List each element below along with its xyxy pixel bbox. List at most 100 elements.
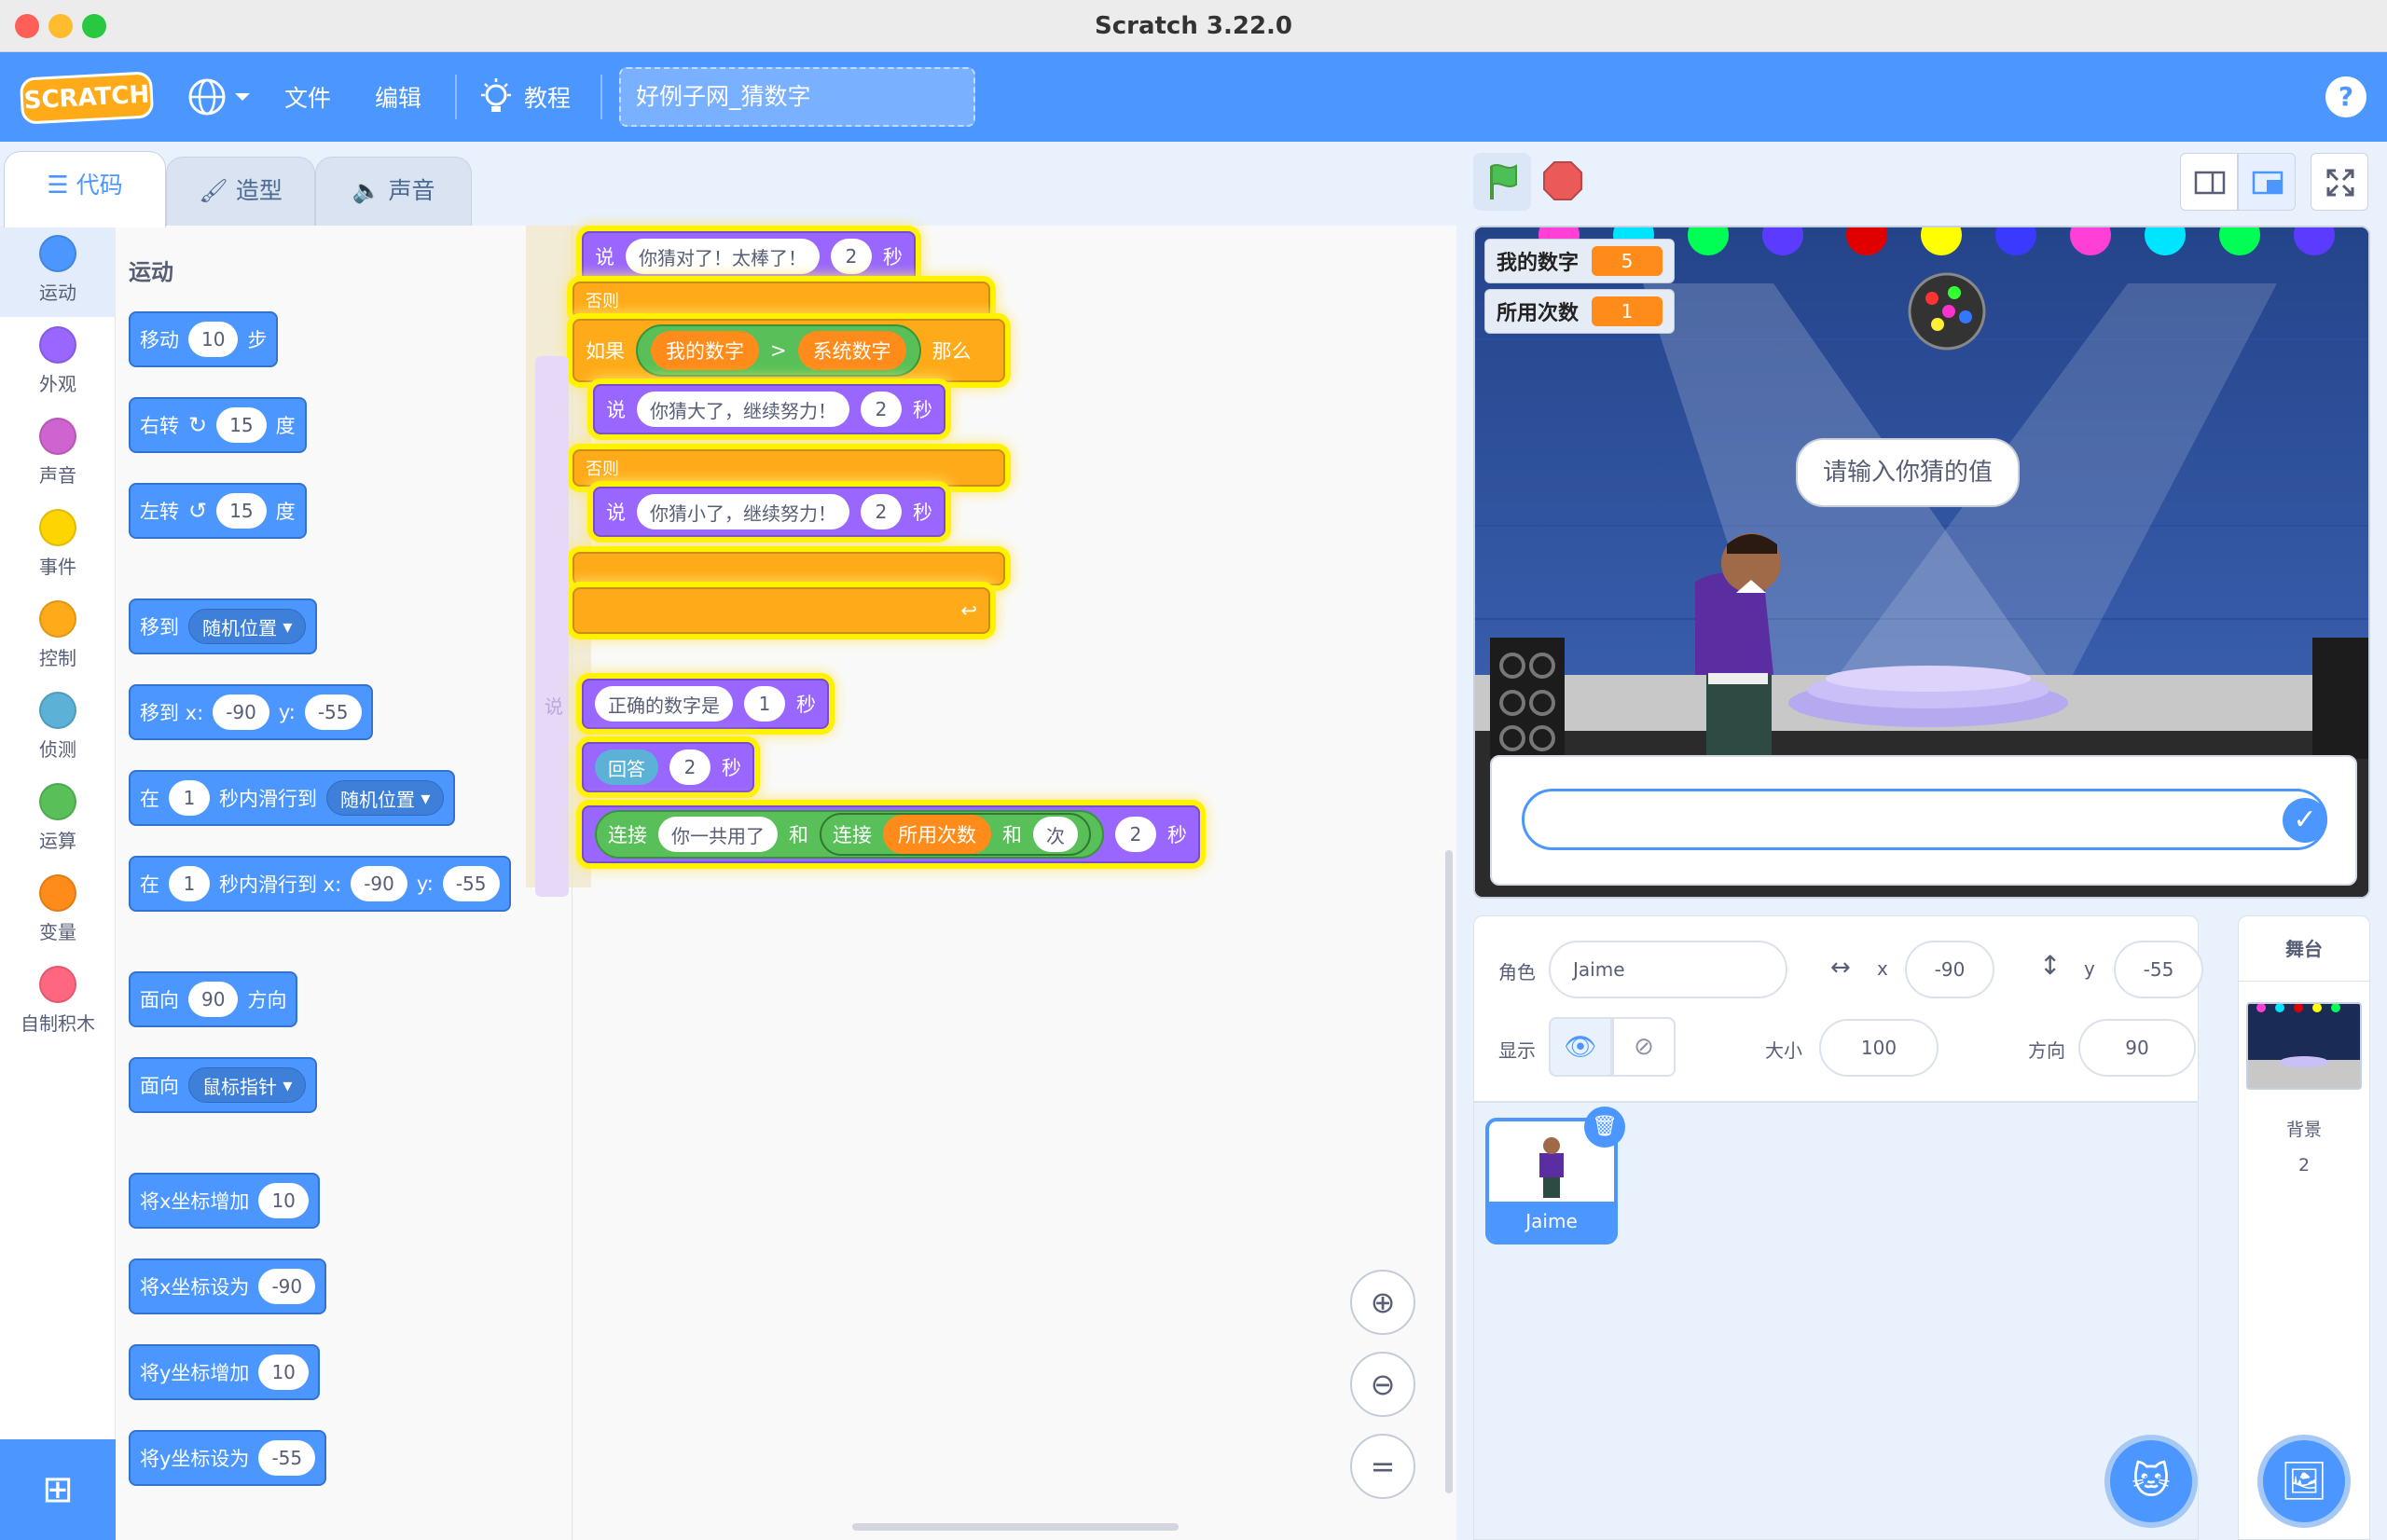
hide-sprite-button[interactable]: ⊘ bbox=[1612, 1017, 1676, 1077]
secs-input[interactable]: 2 bbox=[669, 749, 711, 785]
degrees-input[interactable]: 15 bbox=[216, 493, 267, 529]
sprite-direction-input[interactable]: 90 bbox=[2078, 1019, 2196, 1077]
turn-left-block[interactable]: 左转 ↺ 15 度 bbox=[129, 483, 307, 539]
help-icon[interactable]: ? bbox=[2325, 76, 2366, 117]
stage[interactable]: 我的数字 5 所用次数 1 请输入你猜的值 ✓ bbox=[1473, 226, 2370, 899]
y-input[interactable]: -55 bbox=[258, 1440, 316, 1476]
move-steps-block[interactable]: 移动 10 步 bbox=[129, 311, 279, 367]
tab-code[interactable]: ☰ 代码 bbox=[4, 151, 166, 227]
category-item[interactable]: 运动 bbox=[0, 226, 116, 315]
zoom-in-button[interactable]: ⊕ bbox=[1350, 1270, 1415, 1335]
green-flag-button[interactable] bbox=[1473, 153, 1531, 211]
if-else-block[interactable]: 如果 我的数字 > 系统数字 那么 bbox=[573, 319, 1005, 382]
steps-input[interactable]: 10 bbox=[188, 322, 239, 357]
say-join-block[interactable]: 连接 你一共用了和 连接 所用次数和次 2秒 bbox=[582, 805, 1200, 863]
say-correct-number-block[interactable]: 正确的数字是 1 秒 bbox=[582, 679, 829, 729]
say-answer-block[interactable]: 回答 2 秒 bbox=[582, 742, 754, 792]
secs-input[interactable]: 2 bbox=[861, 494, 902, 529]
category-item[interactable]: 声音 bbox=[0, 408, 116, 498]
choose-backdrop-button[interactable]: 🖼 bbox=[2257, 1435, 2351, 1528]
sprite-y-input[interactable]: -55 bbox=[2114, 941, 2203, 998]
category-item[interactable]: 变量 bbox=[0, 865, 116, 955]
small-stage-button[interactable] bbox=[2180, 153, 2238, 211]
zoom-out-button[interactable]: ⊖ bbox=[1350, 1352, 1415, 1417]
horizontal-scrollbar[interactable] bbox=[852, 1523, 1179, 1531]
sprite-size-input[interactable]: 100 bbox=[1819, 1019, 1939, 1077]
show-sprite-button[interactable]: 👁 bbox=[1549, 1017, 1612, 1077]
join-operator-inner[interactable]: 连接 所用次数和次 bbox=[820, 813, 1091, 856]
say-too-big-block[interactable]: 说你猜大了，继续努力！ 2 秒 bbox=[593, 384, 945, 434]
category-item[interactable]: 自制积木 bbox=[0, 956, 116, 1046]
glide-xy-block[interactable]: 在 1 秒内滑行到 x: -90 y: -55 bbox=[129, 856, 511, 912]
variable-system-number[interactable]: 系统数字 bbox=[797, 331, 906, 370]
category-item[interactable]: 侦测 bbox=[0, 682, 116, 772]
secs-input[interactable]: 1 bbox=[169, 780, 210, 816]
say-too-small-block[interactable]: 说你猜小了，继续努力！ 2 秒 bbox=[593, 487, 945, 537]
greater-than-operator[interactable]: 我的数字 > 系统数字 bbox=[636, 324, 921, 377]
scratch-logo[interactable]: SCRATCH bbox=[19, 71, 155, 125]
x-input[interactable]: -90 bbox=[258, 1269, 316, 1304]
sprite-x-input[interactable]: -90 bbox=[1905, 941, 1994, 998]
turn-right-block[interactable]: 右转 ↻ 15 度 bbox=[129, 397, 307, 453]
choose-sprite-button[interactable]: 🐱 bbox=[2104, 1435, 2198, 1528]
project-title-input[interactable]: 好例子网_猜数字 bbox=[619, 67, 975, 127]
variable-my-number[interactable]: 我的数字 bbox=[651, 331, 759, 370]
point-towards-block[interactable]: 面向 鼠标指针 ▾ bbox=[129, 1057, 318, 1113]
category-item[interactable]: 运算 bbox=[0, 774, 116, 863]
goto-block[interactable]: 移到 随机位置 ▾ bbox=[129, 598, 318, 654]
fullscreen-button[interactable] bbox=[2311, 153, 2368, 211]
dy-input[interactable]: 10 bbox=[258, 1354, 309, 1390]
change-x-block[interactable]: 将x坐标增加 10 bbox=[129, 1173, 320, 1229]
stage-selector[interactable]: 舞台 背景 2 🖼 bbox=[2238, 915, 2370, 1540]
add-extension-button[interactable]: ⊞ bbox=[0, 1439, 116, 1540]
secs-input[interactable]: 2 bbox=[831, 239, 872, 274]
join-text-input[interactable]: 你一共用了 bbox=[658, 817, 778, 852]
y-input[interactable]: -55 bbox=[304, 694, 362, 730]
vertical-scrollbar[interactable] bbox=[1445, 850, 1453, 1493]
glide-random-block[interactable]: 在 1 秒内滑行到 随机位置 ▾ bbox=[129, 770, 456, 826]
direction-input[interactable]: 90 bbox=[188, 982, 239, 1017]
tab-sounds[interactable]: 🔈 声音 bbox=[315, 157, 472, 226]
zoom-reset-button[interactable]: = bbox=[1350, 1434, 1415, 1499]
category-item[interactable]: 事件 bbox=[0, 500, 116, 589]
towards-dropdown[interactable]: 鼠标指针 ▾ bbox=[188, 1067, 307, 1103]
y-input[interactable]: -55 bbox=[442, 866, 500, 901]
tab-costumes[interactable]: 🖌 造型 bbox=[166, 157, 315, 226]
stop-button[interactable] bbox=[1542, 160, 1583, 201]
secs-input[interactable]: 2 bbox=[861, 392, 902, 427]
message-input[interactable]: 你猜对了！太棒了！ bbox=[626, 239, 820, 274]
language-menu[interactable] bbox=[186, 76, 254, 117]
tutorials-menu[interactable]: 教程 bbox=[479, 75, 591, 119]
degrees-input[interactable]: 15 bbox=[216, 407, 267, 443]
secs-input[interactable]: 2 bbox=[1115, 817, 1156, 852]
say-correct-block[interactable]: 说你猜对了！太棒了！ 2 秒 bbox=[582, 231, 916, 282]
x-input[interactable]: -90 bbox=[351, 866, 407, 901]
script-area[interactable]: 说你猜对了！太棒了！ 2 秒 否则 如果 我的数字 > 系统数字 那么 说你猜大了，继续… bbox=[526, 226, 1456, 1540]
sprite-name-input[interactable]: Jaime bbox=[1549, 941, 1787, 998]
answer-reporter[interactable]: 回答 bbox=[595, 749, 658, 785]
set-x-block[interactable]: 将x坐标设为 -90 bbox=[129, 1258, 327, 1314]
x-input[interactable]: -90 bbox=[213, 694, 269, 730]
variable-attempts[interactable]: 所用次数 bbox=[883, 815, 991, 854]
ask-answer-input[interactable] bbox=[1522, 789, 2327, 850]
glide-target-dropdown[interactable]: 随机位置 ▾ bbox=[326, 780, 445, 816]
goto-xy-block[interactable]: 移到 x: -90 y: -55 bbox=[129, 684, 373, 740]
secs-input[interactable]: 1 bbox=[744, 686, 785, 722]
delete-sprite-button[interactable]: 🗑 bbox=[1584, 1107, 1625, 1148]
join-operator[interactable]: 连接 你一共用了和 连接 所用次数和次 bbox=[595, 810, 1104, 859]
message-input[interactable]: 正确的数字是 bbox=[595, 686, 733, 722]
secs-input[interactable]: 1 bbox=[169, 866, 210, 901]
dx-input[interactable]: 10 bbox=[258, 1183, 309, 1218]
join-text-input[interactable]: 次 bbox=[1033, 817, 1078, 852]
message-input[interactable]: 你猜小了，继续努力！ bbox=[637, 494, 849, 529]
normal-stage-button[interactable] bbox=[2238, 153, 2296, 211]
category-item[interactable]: 外观 bbox=[0, 317, 116, 406]
change-y-block[interactable]: 将y坐标增加 10 bbox=[129, 1344, 320, 1400]
edit-menu[interactable]: 编辑 bbox=[375, 80, 421, 114]
file-menu[interactable]: 文件 bbox=[284, 80, 331, 114]
point-direction-block[interactable]: 面向 90 方向 bbox=[129, 971, 298, 1027]
category-item[interactable]: 控制 bbox=[0, 591, 116, 681]
set-y-block[interactable]: 将y坐标设为 -55 bbox=[129, 1430, 327, 1486]
submit-answer-button[interactable]: ✓ bbox=[2283, 798, 2327, 843]
message-input[interactable]: 你猜大了，继续努力！ bbox=[637, 392, 849, 427]
